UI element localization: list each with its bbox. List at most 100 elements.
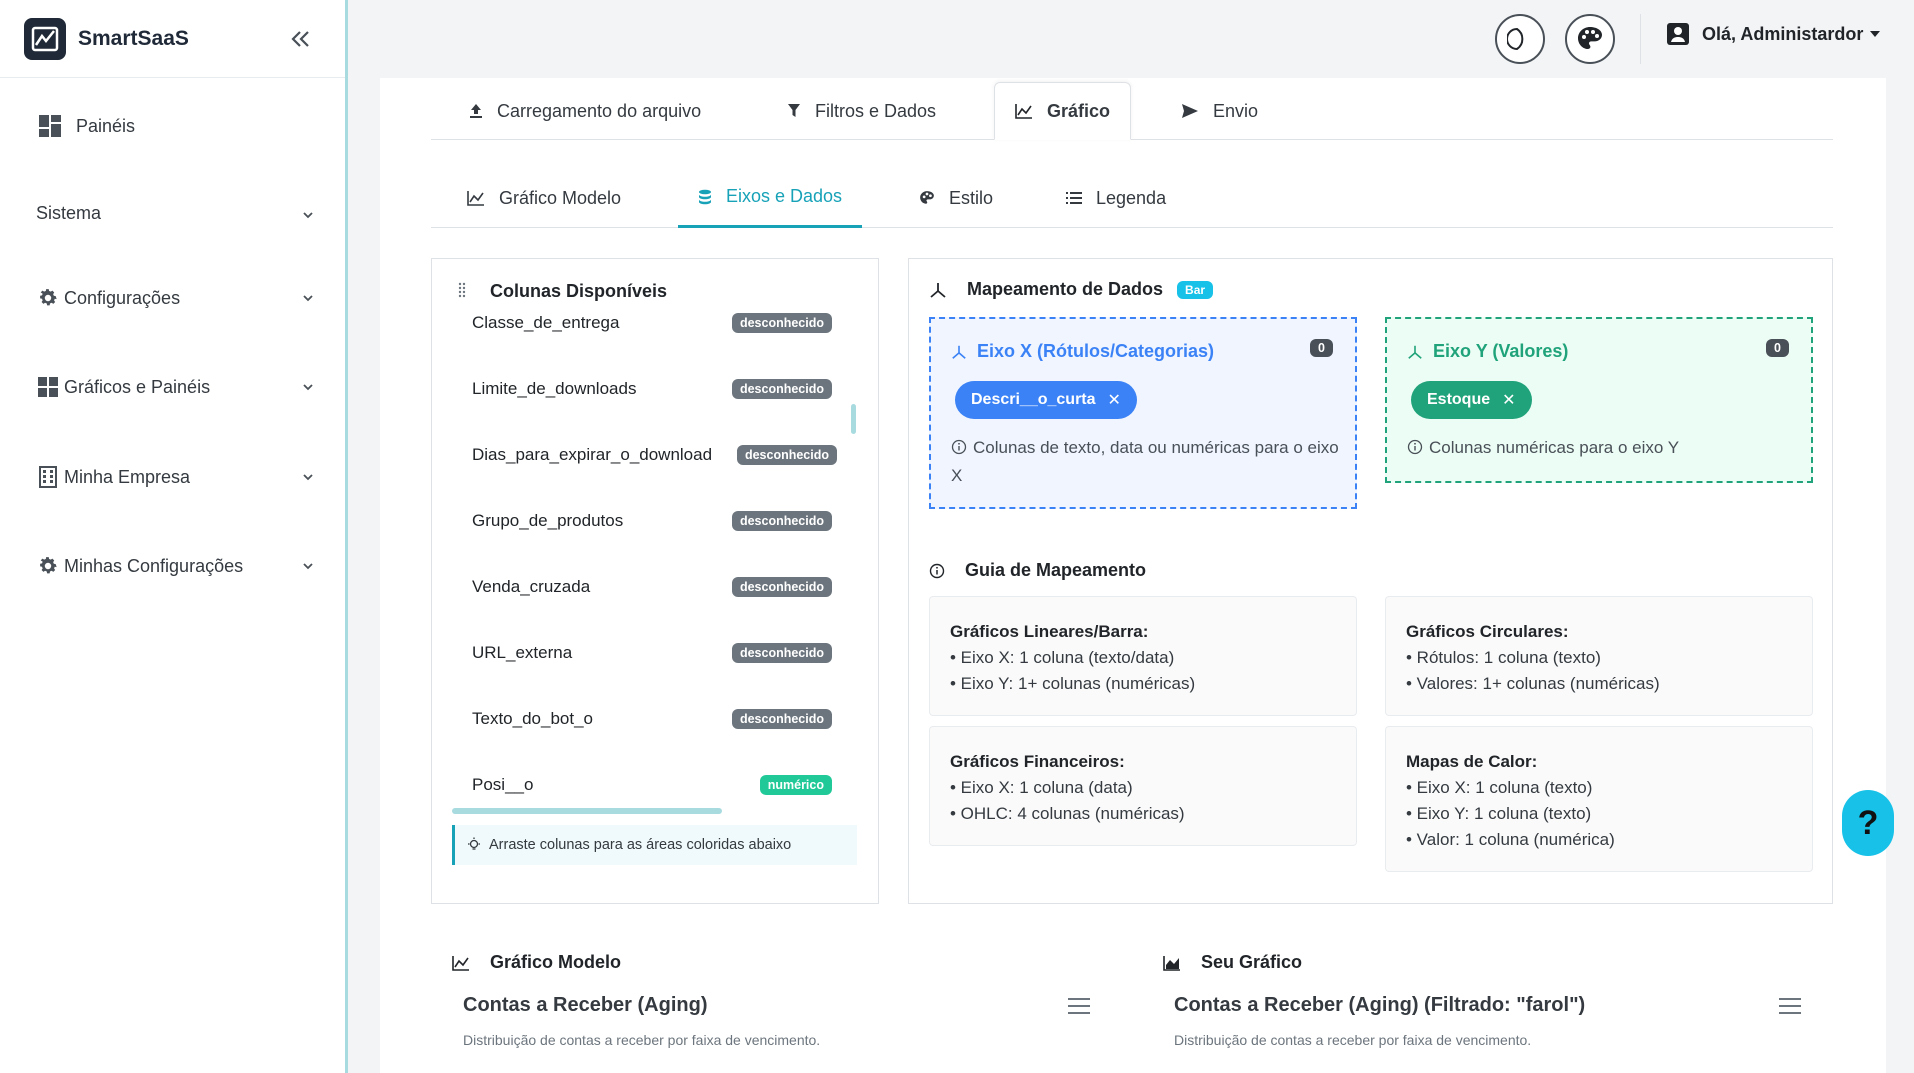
remove-chip-icon[interactable]: ✕ [1502,390,1515,410]
column-item[interactable]: Limite_de_downloads desconhecido [472,375,832,403]
y-axis-column-chip[interactable]: Estoque ✕ [1411,381,1532,419]
sidebar-item-minha-empresa[interactable]: Minha Empresa [36,465,314,489]
sidebar-item-label: Minha Empresa [64,466,191,487]
sidebar-item-configuracoes[interactable]: Configurações [36,286,314,310]
remove-chip-icon[interactable]: ✕ [1108,390,1121,410]
collapse-sidebar-button[interactable] [285,24,315,54]
chevron-down-icon [302,556,314,577]
column-item[interactable]: Posi__o numérico [472,771,832,799]
y-axis-title: Eixo Y (Valores) [1407,341,1568,362]
tab-estilo[interactable]: Estilo [919,168,993,228]
building-icon [36,465,60,489]
info-icon [929,563,945,579]
guide-card-line: • Rótulos: 1 coluna (texto) [1406,648,1601,667]
your-chart-menu-button[interactable] [1777,995,1803,1017]
tab-label: Filtros e Dados [815,100,937,121]
sidebar-item-label: Painéis [76,115,136,136]
grid-icon [36,375,60,399]
tab-grafico-modelo[interactable]: Gráfico Modelo [467,168,621,228]
line-chart-icon [467,190,485,206]
user-icon [1666,22,1690,46]
column-name: Limite_de_downloads [472,379,637,398]
column-name: URL_externa [472,643,573,662]
model-chart-title: Contas a Receber (Aging) [463,994,708,1016]
model-chart-menu-button[interactable] [1066,995,1092,1017]
sidebar: SmartSaaS Painéis Sistema Configurações … [0,0,348,1073]
tab-grafico[interactable]: Gráfico [994,82,1132,140]
help-button[interactable]: ? [1842,790,1894,856]
axes-icon [951,344,967,360]
brand-logo-icon[interactable] [24,17,66,60]
sidebar-item-label: Gráficos e Painéis [64,376,211,397]
x-axis-dropzone[interactable]: Eixo X (Rótulos/Categorias) 0 Descri__o_… [929,317,1357,509]
column-type-badge: desconhecido [731,511,832,531]
caret-down-icon [1869,30,1881,38]
column-item[interactable]: Venda_cruzada desconhecido [472,573,832,601]
column-item[interactable]: Grupo_de_produtos desconhecido [472,507,832,535]
tab-filtros[interactable]: Filtros e Dados [787,82,936,140]
guide-card-heatmap: Mapas de Calor: • Eixo X: 1 coluna (text… [1385,726,1813,872]
chart-config-tabs: Gráfico Modelo Eixos e Dados Estilo Lege… [431,168,1833,228]
guide-card-heading: Mapas de Calor: [1406,752,1538,771]
column-item[interactable]: Dias_para_expirar_o_download desconhecid… [472,441,837,469]
x-axis-column-chip[interactable]: Descri__o_curta ✕ [955,381,1137,419]
y-axis-count-badge: 0 [1766,339,1789,357]
chip-label: Descri__o_curta [971,391,1096,408]
wizard-tabs: Carregamento do arquivo Filtros e Dados … [431,80,1833,140]
sidebar-item-paineis[interactable]: Painéis [38,114,316,138]
tab-envio[interactable]: Envio [1181,82,1258,140]
columns-scrollbar-horizontal[interactable] [452,808,722,814]
column-item[interactable]: Classe_de_entrega desconhecido [472,309,832,337]
your-chart-heading: Seu Gráfico [1201,952,1303,972]
columns-scrollbar-vertical[interactable] [851,404,856,434]
sidebar-item-label: Configurações [64,287,181,308]
guide-card-linear: Gráficos Lineares/Barra: • Eixo X: 1 col… [929,596,1357,716]
lightbulb-icon [467,837,481,853]
guide-card-line: • Eixo X: 1 coluna (texto/data) [950,648,1175,667]
theme-palette-button[interactable] [1565,14,1615,64]
chart-type-badge: Bar [1177,280,1214,299]
topbar-divider [1640,14,1641,64]
upload-icon [469,103,483,119]
line-chart-icon [1015,103,1033,119]
sidebar-item-graficos-paineis[interactable]: Gráficos e Painéis [36,375,314,399]
tab-eixos-dados[interactable]: Eixos e Dados [678,168,863,228]
info-icon [1407,437,1423,463]
y-axis-title-text: Eixo Y (Valores) [1433,341,1569,361]
sidebar-item-label: Minhas Configurações [64,555,244,576]
tab-carregamento[interactable]: Carregamento do arquivo [469,82,701,140]
tab-label: Gráfico [1047,100,1111,121]
guide-card-line: • Valor: 1 coluna (numérica) [1406,830,1615,849]
mapping-guide-header: Guia de Mapeamento [929,560,1146,581]
sidebar-item-minhas-configuracoes[interactable]: Minhas Configurações [36,554,314,578]
dark-mode-toggle-button[interactable] [1495,14,1545,64]
sidebar-item-label: Sistema [36,203,102,223]
tab-label: Gráfico Modelo [499,187,622,208]
tab-label: Carregamento do arquivo [497,100,702,121]
guide-card-line: • Eixo Y: 1+ colunas (numéricas) [950,674,1196,693]
column-name: Classe_de_entrega [472,313,620,332]
your-chart-subtitle: Distribuição de contas a receber por fai… [1174,1032,1532,1048]
x-axis-title: Eixo X (Rótulos/Categorias) [951,341,1214,362]
column-item[interactable]: Texto_do_bot_o desconhecido [472,705,832,733]
drag-handle-icon[interactable] [458,282,466,303]
chevron-down-icon [302,377,314,398]
column-item[interactable]: URL_externa desconhecido [472,639,832,667]
chevron-down-icon [302,205,314,226]
x-axis-help-text: Colunas de texto, data ou numéricas para… [951,438,1339,485]
sidebar-item-sistema[interactable]: Sistema [36,203,314,224]
column-type-badge: desconhecido [731,643,832,663]
user-menu[interactable]: Olá, Administardor [1666,22,1881,46]
palette-icon [1578,27,1602,49]
tab-legenda[interactable]: Legenda [1066,168,1166,228]
mapping-guide-title: Guia de Mapeamento [965,560,1147,580]
dashboard-icon [38,114,62,138]
axes-icon [929,281,947,299]
drag-hint-text: Arraste colunas para as áreas coloridas … [489,837,792,853]
model-chart-heading: Gráfico Modelo [490,952,622,972]
gear-icon [36,554,60,578]
brand: SmartSaaS [0,0,345,78]
filter-icon [787,103,801,119]
y-axis-dropzone[interactable]: Eixo Y (Valores) 0 Estoque ✕ Colunas num… [1385,317,1813,483]
database-icon [698,189,712,205]
